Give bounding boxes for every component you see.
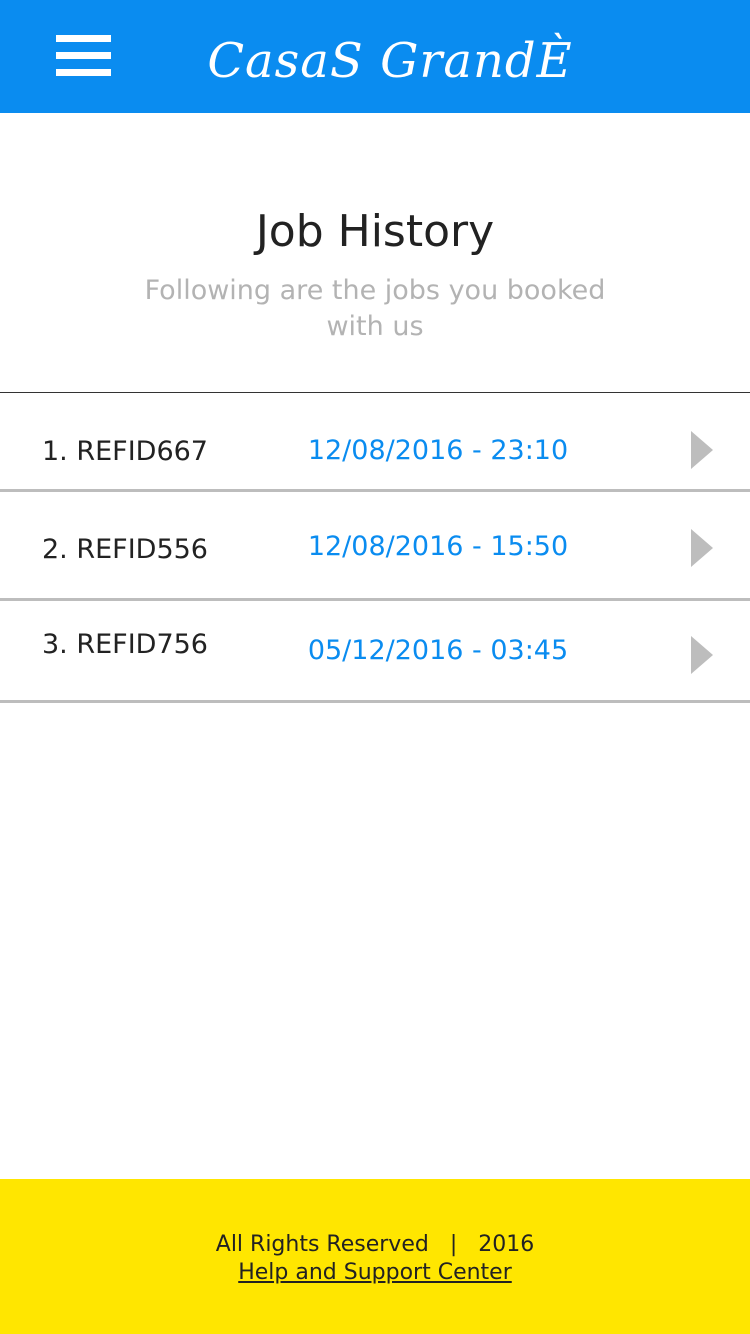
job-datetime: 12/08/2016 - 23:10 bbox=[307, 435, 569, 466]
menu-bar-line bbox=[56, 35, 111, 42]
copyright-year: 2016 bbox=[478, 1232, 535, 1257]
chevron-right-icon[interactable] bbox=[691, 529, 713, 567]
job-ref: 3. REFID756 bbox=[42, 629, 208, 660]
chevron-right-icon[interactable] bbox=[691, 636, 713, 674]
footer-help-wrapper: Help and Support Center bbox=[0, 1259, 750, 1287]
footer-copyright: All Rights Reserved | 2016 bbox=[0, 1231, 750, 1259]
page-subtitle: Following are the jobs you booked with u… bbox=[144, 275, 606, 342]
job-ref: 2. REFID556 bbox=[42, 534, 208, 565]
job-row-3[interactable]: 3. REFID756 05/12/2016 - 03:45 bbox=[0, 601, 750, 703]
chevron-right-icon[interactable] bbox=[691, 431, 713, 469]
top-app-bar: CasaS GrandÈ bbox=[0, 0, 750, 113]
menu-bar-line bbox=[56, 69, 111, 76]
footer-separator: | bbox=[449, 1232, 458, 1257]
job-datetime: 05/12/2016 - 03:45 bbox=[307, 635, 569, 666]
page-title: Job History bbox=[255, 206, 495, 257]
hamburger-menu-icon[interactable] bbox=[56, 35, 112, 77]
app-title: CasaS GrandÈ bbox=[207, 33, 573, 89]
menu-bar-line bbox=[56, 52, 111, 59]
job-row-1[interactable]: 1. REFID667 12/08/2016 - 23:10 bbox=[0, 393, 750, 492]
job-ref: 1. REFID667 bbox=[42, 436, 208, 467]
rights-text: All Rights Reserved bbox=[215, 1232, 429, 1257]
help-support-link[interactable]: Help and Support Center bbox=[238, 1260, 512, 1285]
row-divider bbox=[0, 700, 750, 703]
job-row-2[interactable]: 2. REFID556 12/08/2016 - 15:50 bbox=[0, 492, 750, 601]
footer: All Rights Reserved | 2016 Help and Supp… bbox=[0, 1179, 750, 1334]
job-datetime: 12/08/2016 - 15:50 bbox=[307, 531, 569, 562]
